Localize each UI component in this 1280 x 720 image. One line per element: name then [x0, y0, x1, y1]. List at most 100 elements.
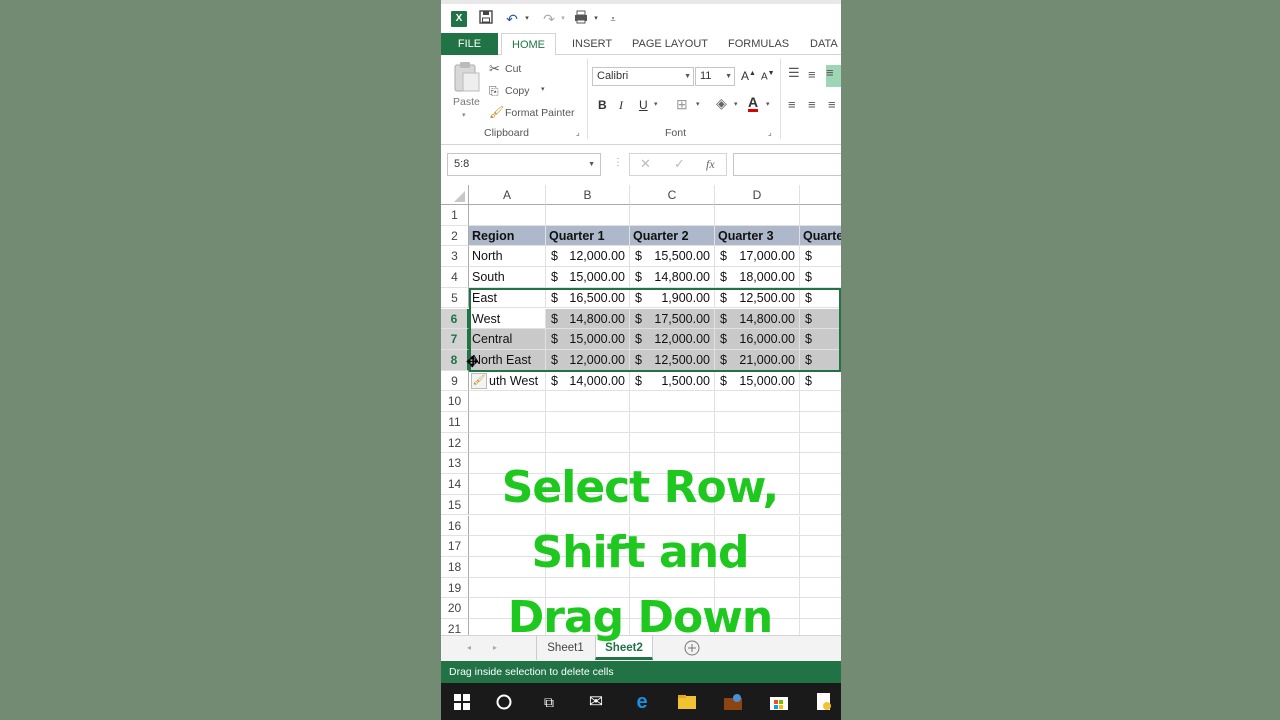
align-right-icon[interactable]: ≡	[828, 97, 836, 112]
redo-dropdown-icon[interactable]: ▾	[558, 10, 568, 28]
cell-a5[interactable]: East	[469, 287, 546, 309]
cell-e10[interactable]	[800, 391, 841, 412]
cell-b16[interactable]	[546, 515, 630, 537]
save-icon[interactable]	[478, 10, 494, 28]
cell-e9[interactable]: $15	[800, 371, 841, 392]
column-header-e[interactable]	[800, 185, 841, 205]
cell-b10[interactable]	[546, 391, 630, 412]
cell-c5[interactable]: $1,900.00	[630, 287, 715, 309]
align-middle-icon[interactable]: ≡	[808, 67, 816, 82]
row-header-19[interactable]: 19	[441, 577, 469, 599]
cell-c9[interactable]: $1,500.00	[630, 370, 715, 392]
row-header-14[interactable]: 14	[441, 474, 469, 495]
cell-d6[interactable]: $14,800.00	[715, 308, 800, 330]
cell-c15[interactable]	[630, 494, 715, 516]
redo-icon[interactable]: ↷	[541, 10, 557, 28]
align-left-icon[interactable]: ≡	[788, 97, 796, 112]
grow-font-icon[interactable]: A▲	[741, 69, 756, 83]
cell-d3[interactable]: $17,000.00	[715, 246, 800, 268]
tab-file[interactable]: FILE	[441, 33, 498, 55]
cell-d1[interactable]	[715, 205, 800, 226]
font-size-select[interactable]: 11 ▼	[695, 67, 735, 86]
row-header-18[interactable]: 18	[441, 556, 469, 578]
edge-icon[interactable]: e	[631, 691, 653, 713]
row-header-3[interactable]: 3	[441, 246, 469, 268]
cell-b19[interactable]	[546, 577, 630, 599]
cell-e16[interactable]	[800, 516, 841, 537]
cell-c19[interactable]	[630, 577, 715, 599]
align-bottom-icon[interactable]: ≡	[826, 65, 841, 87]
cell-c7[interactable]: $12,000.00	[630, 329, 715, 350]
cell-d20[interactable]	[715, 598, 800, 619]
row-header-13[interactable]: 13	[441, 453, 469, 475]
cell-a4[interactable]: South	[469, 267, 546, 288]
cell-d5[interactable]: $12,500.00	[715, 287, 800, 309]
cell-e21[interactable]	[800, 619, 841, 635]
font-name-select[interactable]: Calibri ▼	[592, 67, 694, 86]
print-dropdown-icon[interactable]: ▾	[592, 10, 600, 28]
cell-c4[interactable]: $14,800.00	[630, 267, 715, 288]
copy-dropdown-icon[interactable]: ▾	[541, 85, 545, 93]
cell-d16[interactable]	[715, 515, 800, 537]
cell-a17[interactable]	[469, 536, 546, 557]
cell-a7[interactable]: Central	[469, 329, 546, 350]
paste-dropdown-icon[interactable]: ▾	[462, 111, 466, 119]
row-header-7[interactable]: 7	[441, 329, 469, 350]
cell-a10[interactable]	[469, 391, 546, 412]
borders-icon[interactable]: ⊞	[676, 96, 688, 113]
underline-dropdown-icon[interactable]: ▾	[654, 100, 658, 108]
cell-a16[interactable]	[469, 515, 546, 537]
sheet-tab-sheet2[interactable]: Sheet2	[595, 636, 653, 660]
bold-button[interactable]: B	[598, 98, 607, 112]
cell-a15[interactable]	[469, 494, 546, 516]
scroll-left-icon[interactable]: ◂	[463, 636, 475, 660]
cell-d7[interactable]: $16,000.00	[715, 329, 800, 350]
document-app-icon[interactable]	[813, 691, 835, 713]
cell-e14[interactable]	[800, 474, 841, 495]
cell-b1[interactable]	[546, 205, 630, 226]
cell-c16[interactable]	[630, 515, 715, 537]
cell-a14[interactable]	[469, 474, 546, 495]
cell-c11[interactable]	[630, 412, 715, 433]
cell-a20[interactable]	[469, 598, 546, 619]
task-view-icon[interactable]: ⧉	[538, 691, 560, 713]
cell-c10[interactable]	[630, 391, 715, 412]
column-header-c[interactable]: C	[630, 185, 715, 205]
font-launcher-icon[interactable]: ⌟	[768, 128, 772, 137]
cut-button[interactable]: ✂ Cut	[489, 61, 579, 78]
font-color-dropdown-icon[interactable]: ▾	[766, 100, 770, 108]
column-header-b[interactable]: B	[546, 185, 630, 205]
copy-button[interactable]: ⎘ Copy ▾	[489, 83, 579, 100]
row-header-6[interactable]: 6	[441, 308, 469, 330]
cell-d14[interactable]	[715, 474, 800, 495]
cell-a21[interactable]	[469, 619, 546, 635]
fill-color-dropdown-icon[interactable]: ▾	[734, 100, 738, 108]
cell-c1[interactable]	[630, 205, 715, 226]
tab-home[interactable]: HOME	[501, 33, 556, 56]
cell-a3[interactable]: North	[469, 246, 546, 268]
row-header-20[interactable]: 20	[441, 598, 469, 619]
insert-function-icon[interactable]: fx	[706, 157, 715, 172]
cell-d8[interactable]: $21,000.00	[715, 349, 800, 371]
row-header-17[interactable]: 17	[441, 536, 469, 557]
row-header-2[interactable]: 2	[441, 225, 469, 247]
name-box[interactable]: 5:8 ▼	[447, 153, 601, 176]
worksheet-grid[interactable]: A B C D 1 2 Region Quarter 1 Quarter 2 Quarte…	[441, 185, 841, 635]
cell-c21[interactable]	[630, 619, 715, 635]
cell-c12[interactable]	[630, 432, 715, 454]
cell-c2[interactable]: Quarter 2	[630, 225, 715, 247]
cell-e12[interactable]	[800, 433, 841, 454]
cell-b18[interactable]	[546, 556, 630, 578]
cell-e5[interactable]: $22	[800, 288, 841, 309]
cell-d19[interactable]	[715, 577, 800, 599]
store-icon[interactable]	[768, 691, 790, 713]
customize-qat-icon[interactable]: ⩡	[608, 10, 618, 28]
cell-a19[interactable]	[469, 577, 546, 599]
cell-e8[interactable]: $12	[800, 349, 841, 371]
cancel-icon[interactable]: ✕	[640, 156, 651, 172]
tab-insert[interactable]: INSERT	[562, 33, 622, 55]
column-header-d[interactable]: D	[715, 185, 800, 205]
cell-e15[interactable]	[800, 495, 841, 516]
windows-start-icon[interactable]	[451, 691, 473, 713]
cell-e19[interactable]	[800, 578, 841, 599]
